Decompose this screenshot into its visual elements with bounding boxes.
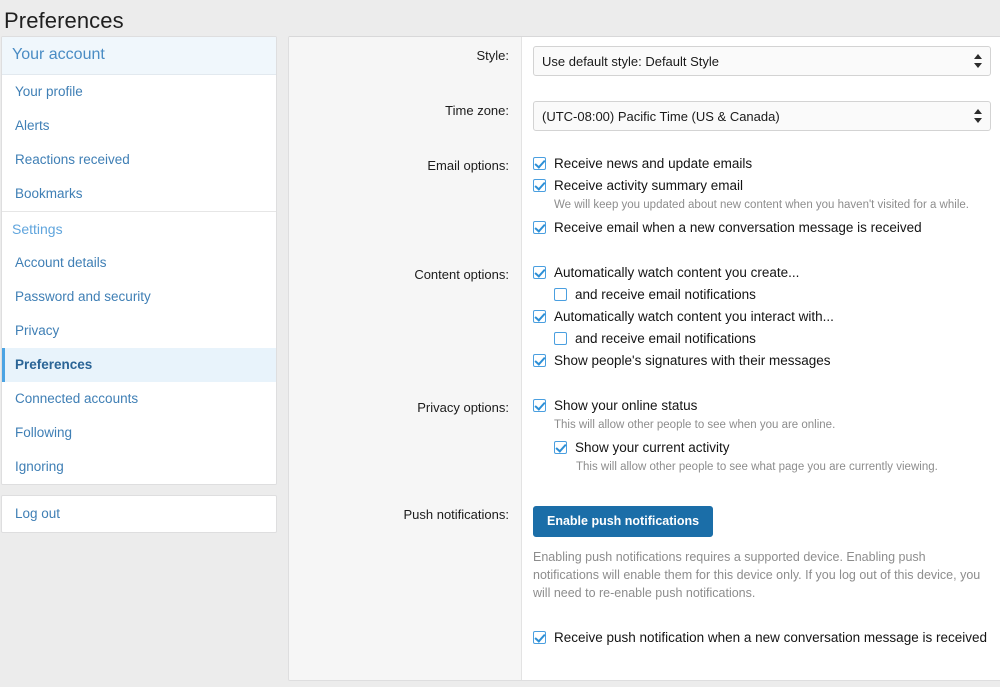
checkbox-label-current-activity[interactable]: Show your current activity <box>575 438 730 458</box>
select-spinner-icon <box>973 109 982 123</box>
label-privacy-options: Privacy options: <box>417 400 509 415</box>
sidebar-item-reactions-received[interactable]: Reactions received <box>2 143 276 177</box>
page-title: Preferences <box>4 8 124 33</box>
hint-activity-summary-email: We will keep you updated about new conte… <box>554 199 969 211</box>
preferences-form-panel: Style: Use default style: Default Style … <box>288 36 1000 681</box>
style-select[interactable]: Use default style: Default Style <box>533 46 991 76</box>
hint-current-activity: This will allow other people to see what… <box>576 461 938 473</box>
label-email-options: Email options: <box>427 158 509 173</box>
label-content-options: Content options: <box>414 267 509 282</box>
field-email-options: Receive news and update emails Receive a… <box>521 147 1000 240</box>
sidebar-item-connected-accounts[interactable]: Connected accounts <box>2 382 276 416</box>
checkbox-label-show-signatures[interactable]: Show people's signatures with their mess… <box>554 351 830 371</box>
checkbox-label-activity-summary-email[interactable]: Receive activity summary email <box>554 176 743 196</box>
sidebar-item-password-and-security[interactable]: Password and security <box>2 280 276 314</box>
field-privacy-options: Show your online status This will allow … <box>521 389 1000 480</box>
sidebar-item-log-out[interactable]: Log out <box>2 496 276 532</box>
checkbox-conversation-email[interactable] <box>533 221 546 234</box>
sidebar-header-your-account: Your account <box>2 37 276 75</box>
checkbox-row-email-notifications-create[interactable]: and receive email notifications <box>554 285 992 305</box>
sidebar-item-preferences[interactable]: Preferences <box>2 348 276 382</box>
checkbox-watch-content-interact[interactable] <box>533 310 546 323</box>
sidebar-logout-block: Log out <box>1 495 277 533</box>
label-timezone: Time zone: <box>445 103 509 118</box>
checkbox-label-online-status[interactable]: Show your online status <box>554 396 697 416</box>
field-content-options: Automatically watch content you create..… <box>521 256 1000 373</box>
form-row-timezone: Time zone: (UTC-08:00) Pacific Time (US … <box>289 92 1000 131</box>
field-push-notifications: Enable push notifications Enabling push … <box>521 496 1000 650</box>
checkbox-email-notifications-interact[interactable] <box>554 332 567 345</box>
checkbox-online-status[interactable] <box>533 399 546 412</box>
checkbox-show-signatures[interactable] <box>533 354 546 367</box>
hint-online-status: This will allow other people to see when… <box>554 419 836 431</box>
timezone-select-value: (UTC-08:00) Pacific Time (US & Canada) <box>542 108 780 124</box>
checkbox-email-notifications-create[interactable] <box>554 288 567 301</box>
form-row-privacy-options: Privacy options: Show your online status… <box>289 389 1000 480</box>
checkbox-row-push-conversation[interactable]: Receive push notification when a new con… <box>533 628 992 648</box>
sidebar-item-alerts[interactable]: Alerts <box>2 109 276 143</box>
checkbox-push-conversation[interactable] <box>533 631 546 644</box>
field-timezone: (UTC-08:00) Pacific Time (US & Canada) <box>521 92 1000 131</box>
checkbox-activity-summary-email[interactable] <box>533 179 546 192</box>
checkbox-label-email-notifications-interact[interactable]: and receive email notifications <box>575 329 756 349</box>
checkbox-label-watch-content-create[interactable]: Automatically watch content you create..… <box>554 263 799 283</box>
form-row-push-notifications: Push notifications: Enable push notifica… <box>289 496 1000 650</box>
checkbox-label-conversation-email[interactable]: Receive email when a new conversation me… <box>554 218 922 238</box>
checkbox-label-email-notifications-create[interactable]: and receive email notifications <box>575 285 756 305</box>
label-style: Style: <box>476 48 509 63</box>
sidebar-item-account-details[interactable]: Account details <box>2 246 276 280</box>
sidebar-item-ignoring[interactable]: Ignoring <box>2 450 276 484</box>
checkbox-row-watch-content-interact[interactable]: Automatically watch content you interact… <box>533 307 992 327</box>
sidebar-item-following[interactable]: Following <box>2 416 276 450</box>
checkbox-row-activity-summary-email[interactable]: Receive activity summary email <box>533 176 992 196</box>
checkbox-label-push-conversation[interactable]: Receive push notification when a new con… <box>554 628 987 648</box>
form-row-email-options: Email options: Receive news and update e… <box>289 147 1000 240</box>
label-push-notifications: Push notifications: <box>403 507 509 522</box>
checkbox-current-activity[interactable] <box>554 441 567 454</box>
sidebar-account-block: Your account Your profile Alerts Reactio… <box>1 36 277 485</box>
form-row-content-options: Content options: Automatically watch con… <box>289 256 1000 373</box>
form-row-style: Style: Use default style: Default Style <box>289 37 1000 76</box>
enable-push-notifications-button[interactable]: Enable push notifications <box>533 506 714 537</box>
checkbox-label-news-update-emails[interactable]: Receive news and update emails <box>554 154 752 174</box>
checkbox-label-watch-content-interact[interactable]: Automatically watch content you interact… <box>554 307 834 327</box>
field-style: Use default style: Default Style <box>521 37 1000 76</box>
select-spinner-icon <box>973 54 982 68</box>
checkbox-row-show-signatures[interactable]: Show people's signatures with their mess… <box>533 351 992 371</box>
sidebar: Your account Your profile Alerts Reactio… <box>0 36 277 533</box>
checkbox-row-news-update-emails[interactable]: Receive news and update emails <box>533 154 992 174</box>
sidebar-header-settings: Settings <box>2 211 276 246</box>
sidebar-item-bookmarks[interactable]: Bookmarks <box>2 177 276 211</box>
page-shell: Your account Your profile Alerts Reactio… <box>0 36 1000 681</box>
sidebar-item-privacy[interactable]: Privacy <box>2 314 276 348</box>
sidebar-item-your-profile[interactable]: Your profile <box>2 75 276 109</box>
checkbox-row-online-status[interactable]: Show your online status <box>533 396 992 416</box>
checkbox-row-conversation-email[interactable]: Receive email when a new conversation me… <box>533 218 992 238</box>
style-select-value: Use default style: Default Style <box>542 53 720 69</box>
checkbox-news-update-emails[interactable] <box>533 157 546 170</box>
checkbox-watch-content-create[interactable] <box>533 266 546 279</box>
checkbox-row-current-activity[interactable]: Show your current activity <box>554 438 992 458</box>
push-notifications-description: Enabling push notifications requires a s… <box>533 550 981 600</box>
timezone-select[interactable]: (UTC-08:00) Pacific Time (US & Canada) <box>533 101 991 131</box>
checkbox-row-email-notifications-interact[interactable]: and receive email notifications <box>554 329 992 349</box>
checkbox-row-watch-content-create[interactable]: Automatically watch content you create..… <box>533 263 992 283</box>
